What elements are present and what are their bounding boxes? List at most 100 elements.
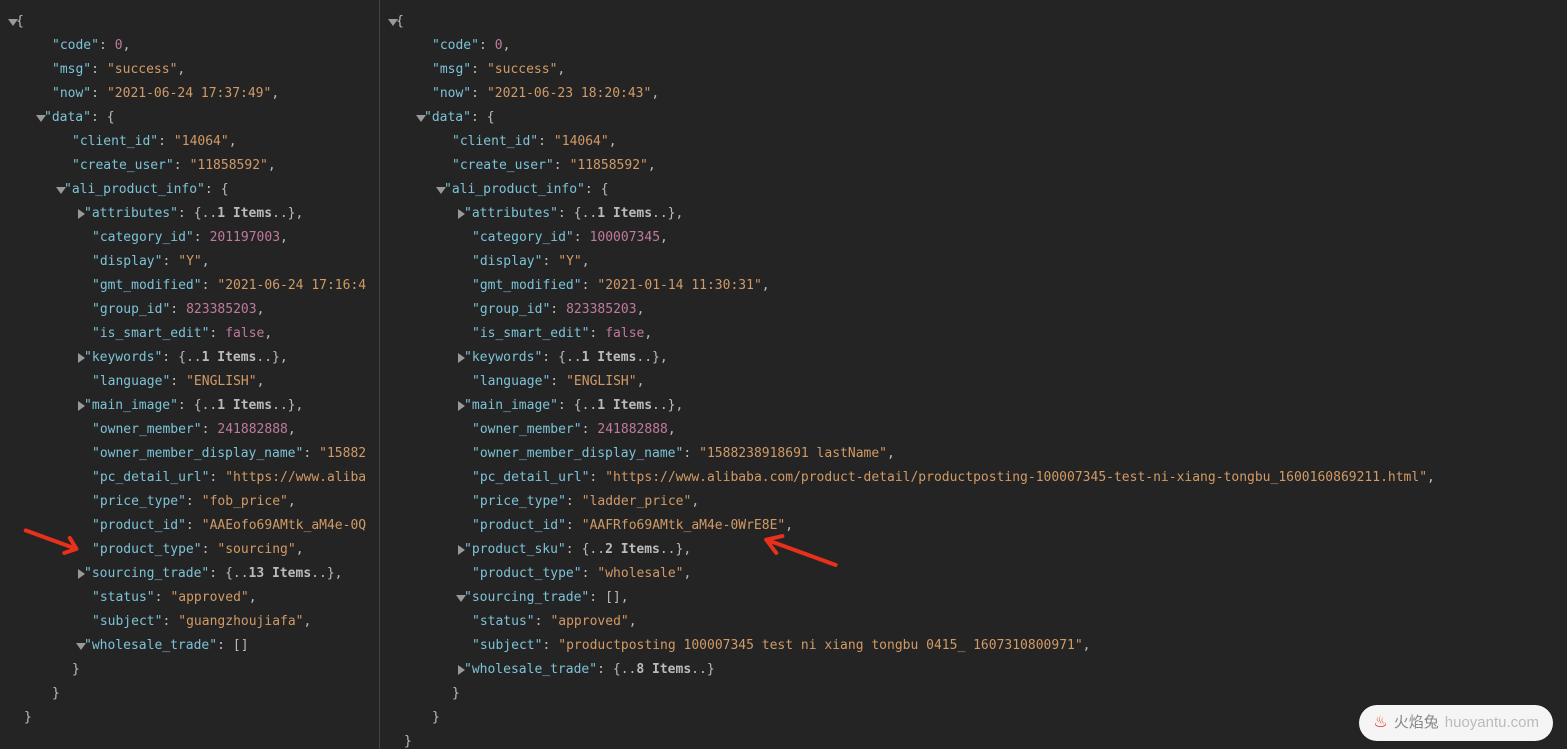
json-row: "code":0, bbox=[6, 34, 379, 58]
json-items-count: 2 bbox=[605, 542, 613, 557]
json-value: false bbox=[605, 322, 644, 346]
json-row[interactable]: "attributes":{.. 1 Items ..}, bbox=[386, 202, 1567, 226]
json-row: "display":"Y", bbox=[6, 250, 379, 274]
watermark-text-cn: 火焰兔 bbox=[1394, 711, 1439, 735]
json-row: "msg":"success", bbox=[386, 58, 1567, 82]
json-row: "code":0, bbox=[386, 34, 1567, 58]
json-row: "status":"approved", bbox=[6, 586, 379, 610]
json-items-count: 8 bbox=[636, 662, 644, 677]
json-row: "is_smart_edit":false, bbox=[386, 322, 1567, 346]
json-row: "is_smart_edit":false, bbox=[6, 322, 379, 346]
flame-icon: ♨ bbox=[1373, 711, 1387, 735]
json-row: "gmt_modified":"2021-01-14 11:30:31", bbox=[386, 274, 1567, 298]
json-row: "language":"ENGLISH", bbox=[386, 370, 1567, 394]
json-row: "status":"approved", bbox=[386, 610, 1567, 634]
json-row-ali-product-info[interactable]: "ali_product_info":{ bbox=[386, 178, 1567, 202]
json-value: "wholesale" bbox=[597, 562, 683, 586]
json-value: false bbox=[225, 322, 264, 346]
json-value: "approved" bbox=[550, 610, 628, 634]
watermark-text-en: huoyantu.com bbox=[1445, 711, 1539, 735]
json-value: "approved" bbox=[170, 586, 248, 610]
json-row[interactable]: "keywords":{.. 1 Items ..}, bbox=[386, 346, 1567, 370]
json-row[interactable]: "attributes":{.. 1 Items ..}, bbox=[6, 202, 379, 226]
json-value: [] bbox=[605, 586, 621, 610]
json-value: "https://www.alibaba.com/product-detail/… bbox=[605, 466, 1427, 490]
json-value: "11858592" bbox=[570, 154, 648, 178]
json-row: "language":"ENGLISH", bbox=[6, 370, 379, 394]
json-pane-left: { "code":0, "msg":"success", "now":"2021… bbox=[0, 0, 380, 749]
json-row: "owner_member_display_name":"15882389186… bbox=[386, 442, 1567, 466]
json-root-open[interactable]: { bbox=[386, 10, 1567, 34]
json-row: "owner_member_display_name":"15882 bbox=[6, 442, 379, 466]
json-pane-right: { "code":0, "msg":"success", "now":"2021… bbox=[380, 0, 1567, 749]
json-value: 0 bbox=[495, 34, 503, 58]
json-row-ali-product-info[interactable]: "ali_product_info":{ bbox=[6, 178, 379, 202]
json-value: "2021-06-24 17:37:49" bbox=[107, 82, 271, 106]
json-value: 201197003 bbox=[210, 226, 280, 250]
json-value: 823385203 bbox=[566, 298, 636, 322]
json-value: "11858592" bbox=[190, 154, 268, 178]
json-items-count: 1 bbox=[597, 398, 605, 413]
json-value: "ENGLISH" bbox=[186, 370, 256, 394]
json-items-count: 1 bbox=[217, 206, 225, 221]
json-value: "guangzhoujiafa" bbox=[178, 610, 303, 634]
json-row: "msg":"success", bbox=[6, 58, 379, 82]
json-row: "display":"Y", bbox=[386, 250, 1567, 274]
json-value: "14064" bbox=[554, 130, 609, 154]
json-row[interactable]: "sourcing_trade":[], bbox=[386, 586, 1567, 610]
json-row[interactable]: "keywords":{.. 1 Items ..}, bbox=[6, 346, 379, 370]
json-row: "product_id":"AAFRfo69AMtk_aM4e-0WrE8E", bbox=[386, 514, 1567, 538]
json-value: "Y" bbox=[178, 250, 201, 274]
json-row: "product_type":"sourcing", bbox=[6, 538, 379, 562]
json-value: "ladder_price" bbox=[582, 490, 692, 514]
json-row-data[interactable]: "data":{ bbox=[386, 106, 1567, 130]
json-value: [] bbox=[233, 634, 249, 658]
json-value: "2021-06-23 18:20:43" bbox=[487, 82, 651, 106]
json-close-brace: } bbox=[6, 658, 379, 682]
json-row-data[interactable]: "data":{ bbox=[6, 106, 379, 130]
json-value: "14064" bbox=[174, 130, 229, 154]
json-value: "https://www.aliba bbox=[225, 466, 366, 490]
json-row: "category_id":100007345, bbox=[386, 226, 1567, 250]
json-row: "create_user":"11858592", bbox=[6, 154, 379, 178]
json-value: "ENGLISH" bbox=[566, 370, 636, 394]
json-row: "subject":"guangzhoujiafa", bbox=[6, 610, 379, 634]
json-row[interactable]: "main_image":{.. 1 Items ..}, bbox=[6, 394, 379, 418]
json-row: "client_id":"14064", bbox=[386, 130, 1567, 154]
json-value: "fob_price" bbox=[202, 490, 288, 514]
json-value: "AAFRfo69AMtk_aM4e-0WrE8E" bbox=[582, 514, 786, 538]
json-row[interactable]: "main_image":{.. 1 Items ..}, bbox=[386, 394, 1567, 418]
json-value: "Y" bbox=[558, 250, 581, 274]
json-value: 823385203 bbox=[186, 298, 256, 322]
json-items-count: 13 bbox=[249, 566, 265, 581]
json-value: 241882888 bbox=[217, 418, 287, 442]
json-row: "client_id":"14064", bbox=[6, 130, 379, 154]
json-items-count: 1 bbox=[597, 206, 605, 221]
json-row: "product_id":"AAEofo69AMtk_aM4e-0Q bbox=[6, 514, 379, 538]
json-items-count: 1 bbox=[217, 398, 225, 413]
json-value: "success" bbox=[487, 58, 557, 82]
json-row: "price_type":"ladder_price", bbox=[386, 490, 1567, 514]
json-value: "1588238918691 lastName" bbox=[699, 442, 887, 466]
json-value: "2021-06-24 17:16:4 bbox=[217, 274, 366, 298]
json-row[interactable]: "wholesale_trade":[] bbox=[6, 634, 379, 658]
json-close-brace: } bbox=[6, 682, 379, 706]
watermark-badge: ♨ 火焰兔 huoyantu.com bbox=[1359, 705, 1553, 741]
json-row: "product_type":"wholesale", bbox=[386, 562, 1567, 586]
json-value: 100007345 bbox=[590, 226, 660, 250]
json-row[interactable]: "wholesale_trade":{.. 8 Items ..} bbox=[386, 658, 1567, 682]
json-row[interactable]: "sourcing_trade":{.. 13 Items ..}, bbox=[6, 562, 379, 586]
json-value: 0 bbox=[115, 34, 123, 58]
json-row: "subject":"productposting 100007345 test… bbox=[386, 634, 1567, 658]
json-root-open[interactable]: { bbox=[6, 10, 379, 34]
json-row[interactable]: "product_sku":{.. 2 Items ..}, bbox=[386, 538, 1567, 562]
json-row: "create_user":"11858592", bbox=[386, 154, 1567, 178]
json-row: "owner_member":241882888, bbox=[6, 418, 379, 442]
json-row: "now":"2021-06-23 18:20:43", bbox=[386, 82, 1567, 106]
json-items-count: 1 bbox=[202, 350, 210, 365]
json-close-brace: } bbox=[386, 682, 1567, 706]
json-value: "AAEofo69AMtk_aM4e-0Q bbox=[202, 514, 366, 538]
json-value: "sourcing" bbox=[217, 538, 295, 562]
json-close-brace: } bbox=[6, 706, 379, 730]
json-value: 241882888 bbox=[597, 418, 667, 442]
